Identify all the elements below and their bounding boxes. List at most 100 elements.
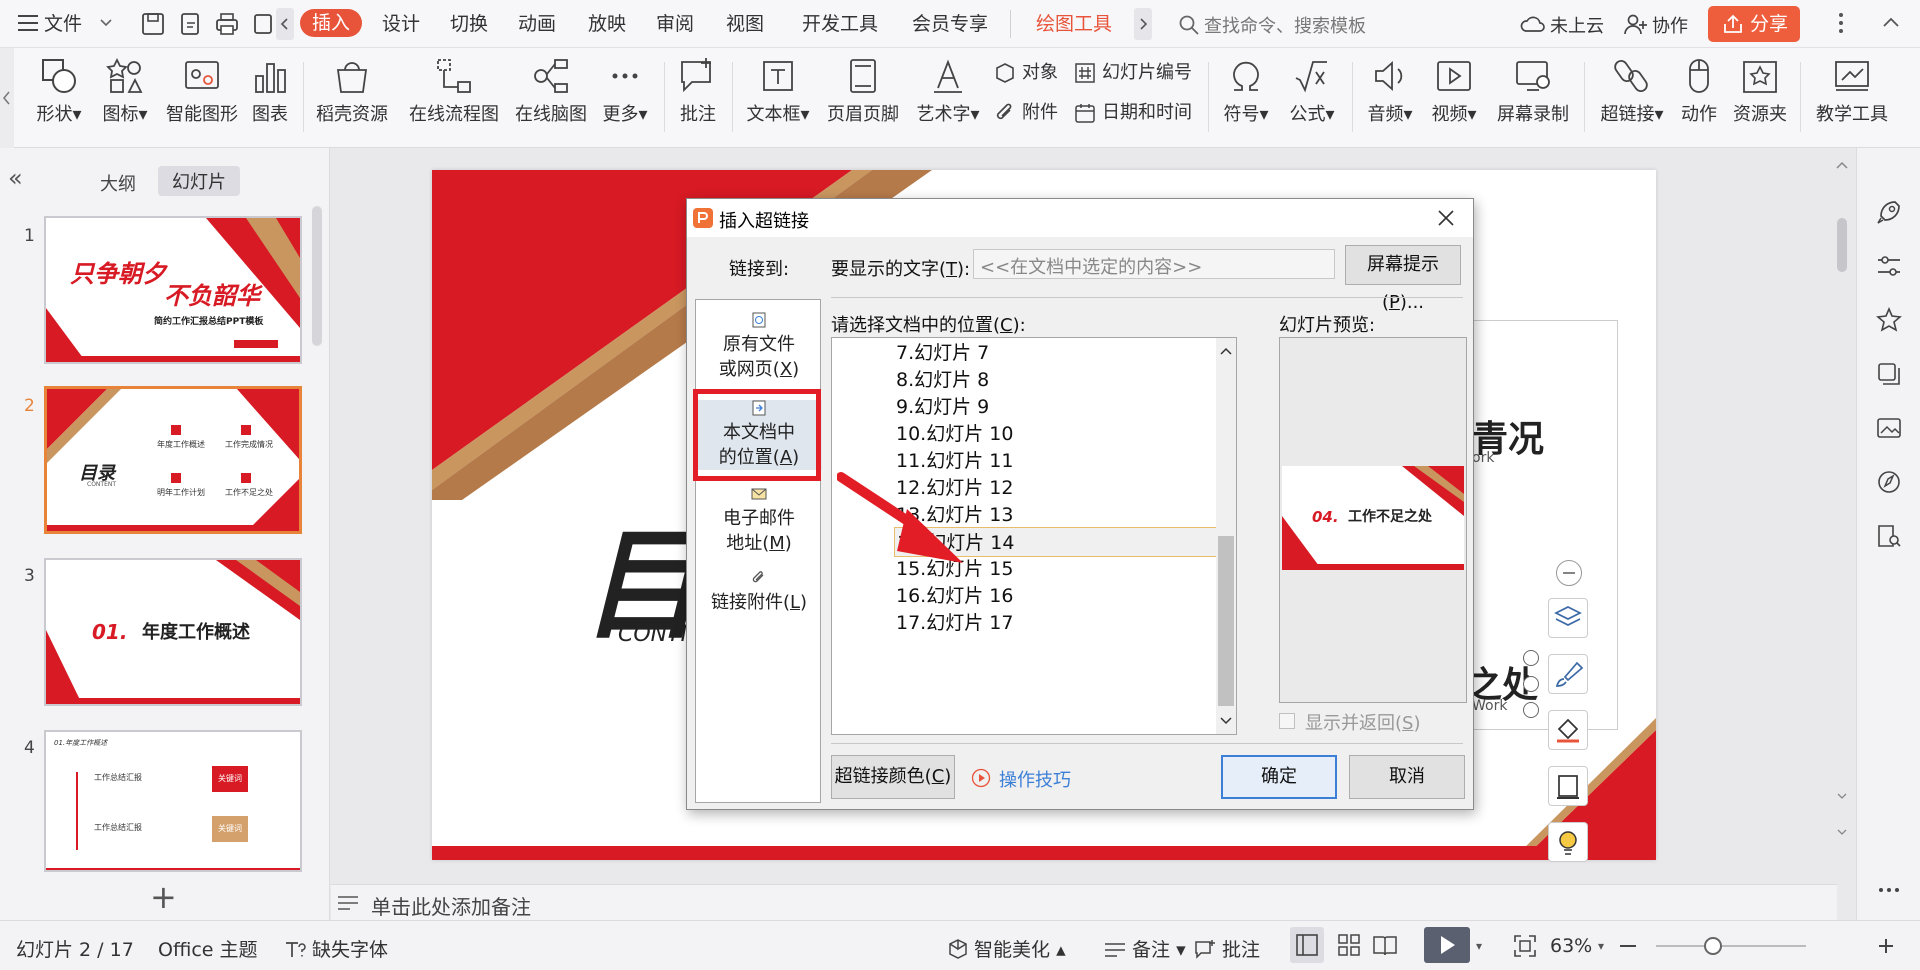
show-return-checkbox[interactable] (1279, 713, 1295, 729)
file-menu[interactable]: 文件 (44, 10, 82, 38)
tab-developer[interactable]: 开发工具 (802, 10, 878, 38)
audio-button[interactable]: 音频▾ (1362, 56, 1418, 140)
more-vertical-icon[interactable] (1838, 10, 1844, 36)
list-item[interactable]: 9.幻灯片 9 (896, 392, 989, 422)
smartart-button[interactable]: 智能图形 (162, 56, 242, 140)
zoom-out-float-icon[interactable] (1556, 560, 1582, 586)
zoom-slider[interactable] (1656, 945, 1806, 947)
resource-button[interactable]: 稻壳资源 (312, 56, 392, 140)
grid-view-icon[interactable] (1332, 927, 1366, 963)
list-item[interactable]: 16.幻灯片 16 (896, 581, 1013, 611)
zoom-dropdown-icon[interactable]: ▾ (1598, 939, 1604, 953)
ok-button[interactable]: 确定 (1221, 755, 1337, 799)
more-button[interactable]: 更多▾ (598, 56, 652, 140)
resource-folder-button[interactable]: 资源夹 (1730, 56, 1790, 140)
symbol-button[interactable]: 符号▾ (1220, 56, 1272, 140)
collapse-ribbon-icon[interactable] (1882, 14, 1900, 32)
reading-view-icon[interactable] (1368, 927, 1402, 963)
scroll-left-icon[interactable] (276, 8, 294, 40)
layers-icon[interactable] (1548, 598, 1588, 638)
resize-handle[interactable] (1523, 676, 1539, 692)
resize-handle[interactable] (1523, 650, 1539, 666)
idea-icon[interactable] (1548, 822, 1588, 862)
normal-view-icon[interactable] (1290, 927, 1324, 963)
tips-link[interactable]: 操作技巧 (971, 765, 1091, 791)
export-pdf-icon[interactable] (178, 11, 204, 37)
tab-slides[interactable]: 幻灯片 (158, 166, 240, 196)
screen-tip-button[interactable]: 屏幕提示(P)... (1345, 245, 1461, 313)
wordart-button[interactable]: 艺术字▾ (912, 56, 984, 140)
collab-button[interactable]: 协作 (1624, 10, 1700, 38)
notes-area[interactable]: 单击此处添加备注 (331, 884, 1837, 920)
cloud-status[interactable]: 未上云 (1520, 10, 1620, 38)
close-icon[interactable] (1437, 209, 1455, 227)
tab-design[interactable]: 设计 (382, 10, 420, 38)
link-color-button[interactable]: 超链接颜色(C) (831, 755, 955, 799)
header-footer-button[interactable]: 页眉页脚 (822, 56, 904, 140)
smart-beautify-button[interactable]: 智能美化 ▴ (948, 935, 1066, 962)
missing-font-button[interactable]: 缺失字体 (284, 935, 388, 962)
book-search-icon[interactable] (1875, 522, 1903, 550)
zoom-slider-thumb[interactable] (1704, 937, 1722, 955)
action-button[interactable]: 动作 (1674, 56, 1724, 140)
link-existing-file[interactable]: 原有文件 或网页(X) (696, 312, 822, 382)
attachment-button[interactable]: 附件 (992, 98, 1058, 128)
border-icon[interactable] (1548, 766, 1588, 806)
icon-button[interactable]: 图标▾ (98, 56, 152, 140)
video-button[interactable]: 视频▾ (1426, 56, 1482, 140)
tab-outline[interactable]: 大纲 (100, 170, 136, 196)
image-edit-icon[interactable] (1875, 414, 1903, 442)
hamburger-icon[interactable] (18, 14, 38, 32)
compass-icon[interactable] (1875, 468, 1903, 496)
link-email-address[interactable]: 电子邮件 地址(M) (696, 486, 822, 556)
zoom-in-icon[interactable] (1878, 938, 1894, 954)
tab-slideshow[interactable]: 放映 (588, 10, 626, 38)
tab-drawing-tools[interactable]: 绘图工具 (1036, 10, 1112, 38)
scroll-right-icon[interactable] (1134, 8, 1152, 40)
shape-button[interactable]: 形状▾ (30, 56, 88, 140)
comments-toggle[interactable]: 批注 (1194, 935, 1260, 962)
brush-icon[interactable] (1548, 654, 1588, 694)
tab-insert[interactable]: 插入 (300, 9, 363, 37)
mindmap-button[interactable]: 在线脑图 (512, 56, 590, 140)
slide-thumbnail-2[interactable]: 目录 CONTENT 年度工作概述 工作完成情况 明年工作计划 工作不足之处 (44, 386, 302, 534)
panel-scrollbar[interactable] (312, 206, 322, 346)
zoom-level[interactable]: 63% (1550, 935, 1592, 957)
list-item[interactable]: 17.幻灯片 17 (896, 608, 1013, 638)
slide-thumbnail-3[interactable]: 01. 年度工作概述 (44, 558, 302, 706)
textbox-button[interactable]: 文本框▾ (742, 56, 814, 140)
comment-button[interactable]: 批注 (674, 56, 722, 140)
chevron-down-icon[interactable] (100, 18, 112, 28)
star-icon[interactable] (1875, 306, 1903, 334)
vertical-scrollbar[interactable] (1834, 154, 1850, 874)
sliders-icon[interactable] (1875, 252, 1903, 280)
share-button[interactable]: 分享 (1708, 6, 1800, 42)
theme-name[interactable]: Office 主题 (158, 935, 258, 962)
preview-icon[interactable] (252, 11, 272, 37)
tab-transition[interactable]: 切换 (450, 10, 488, 38)
cancel-button[interactable]: 取消 (1349, 755, 1465, 799)
formula-button[interactable]: 公式▾ (1284, 56, 1340, 140)
link-attachment[interactable]: 链接附件(L) (696, 570, 822, 615)
display-text-input[interactable]: <<在文档中选定的内容>> (973, 249, 1335, 279)
tab-member[interactable]: 会员专享 (912, 10, 988, 38)
notes-toggle[interactable]: 备注 ▾ (1104, 935, 1186, 962)
chart-button[interactable]: 图表 (248, 56, 292, 140)
slide-number-button[interactable]: 幻灯片编号 (1072, 58, 1192, 88)
tab-animation[interactable]: 动画 (518, 10, 556, 38)
tab-review[interactable]: 审阅 (656, 10, 694, 38)
search-box[interactable]: 查找命令、搜索模板 (1176, 9, 1516, 39)
object-button[interactable]: 对象 (992, 58, 1058, 88)
hyperlink-button[interactable]: 超链接▾ (1596, 56, 1668, 140)
list-item[interactable]: 10.幻灯片 10 (896, 419, 1013, 449)
resize-handle[interactable] (1523, 702, 1539, 718)
ribbon-scroll-left[interactable] (0, 48, 14, 148)
rocket-icon[interactable] (1875, 198, 1903, 226)
flowchart-button[interactable]: 在线流程图 (406, 56, 502, 140)
collapse-panel-icon[interactable]: « (8, 164, 23, 192)
more-horizontal-icon[interactable] (1875, 876, 1903, 904)
play-slideshow-icon[interactable] (1424, 927, 1470, 963)
print-icon[interactable] (214, 11, 240, 37)
slide-thumbnail-1[interactable]: 只争朝夕 不负韶华 简约工作汇报总结PPT模板 (44, 216, 302, 364)
list-scrollbar[interactable] (1216, 338, 1236, 734)
